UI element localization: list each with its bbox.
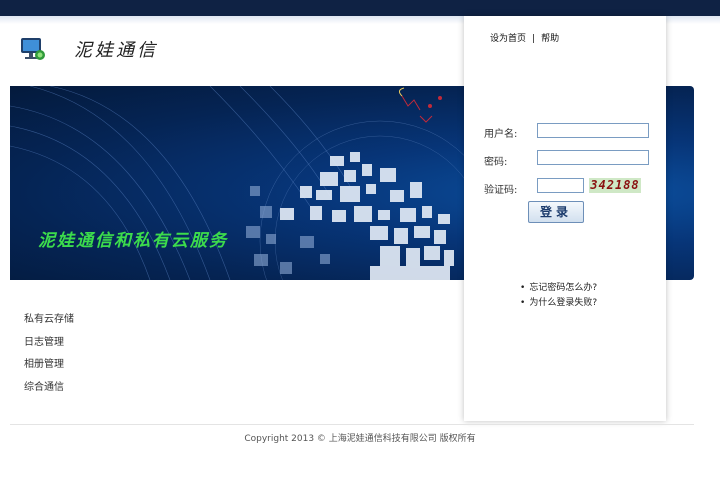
link-separator: | — [532, 34, 536, 44]
help-links: • 忘记密码怎么办? • 为什么登录失败? — [520, 281, 597, 311]
menu-item-communication[interactable]: 综合通信 — [24, 377, 74, 400]
feature-menu: 私有云存储 日志管理 相册管理 综合通信 — [24, 309, 74, 399]
username-input[interactable] — [537, 123, 649, 138]
top-bar — [0, 0, 720, 16]
set-homepage-link[interactable]: 设为首页 — [490, 34, 526, 44]
forgot-password-label: 忘记密码怎么办? — [529, 283, 598, 293]
menu-item-album-management[interactable]: 相册管理 — [24, 354, 74, 377]
banner-slogan: 泥娃通信和私有云服务 — [38, 231, 228, 251]
bullet-icon: • — [520, 283, 526, 293]
forgot-password-link[interactable]: • 忘记密码怎么办? — [520, 281, 597, 296]
help-link[interactable]: 帮助 — [541, 34, 559, 44]
site-name: 泥娃通信 — [74, 40, 158, 61]
username-label: 用户名: — [484, 129, 518, 140]
bullet-icon: • — [520, 298, 526, 308]
login-button[interactable]: 登录 — [528, 201, 584, 223]
captcha-label: 验证码: — [484, 185, 518, 196]
footer-divider — [10, 424, 694, 425]
captcha-image[interactable]: 342188 — [589, 178, 641, 193]
menu-item-private-cloud[interactable]: 私有云存储 — [24, 309, 74, 332]
password-input[interactable] — [537, 150, 649, 165]
monitor-logo-icon — [18, 34, 48, 64]
menu-item-log-management[interactable]: 日志管理 — [24, 332, 74, 355]
login-failure-help-link[interactable]: • 为什么登录失败? — [520, 296, 597, 311]
login-failure-label: 为什么登录失败? — [529, 298, 598, 308]
footer-copyright: Copyright 2013 © 上海泥娃通信科技有限公司 版权所有 — [244, 434, 476, 444]
password-label: 密码: — [484, 157, 508, 168]
header-links: 设为首页 | 帮助 — [490, 31, 559, 44]
captcha-input[interactable] — [537, 178, 584, 193]
